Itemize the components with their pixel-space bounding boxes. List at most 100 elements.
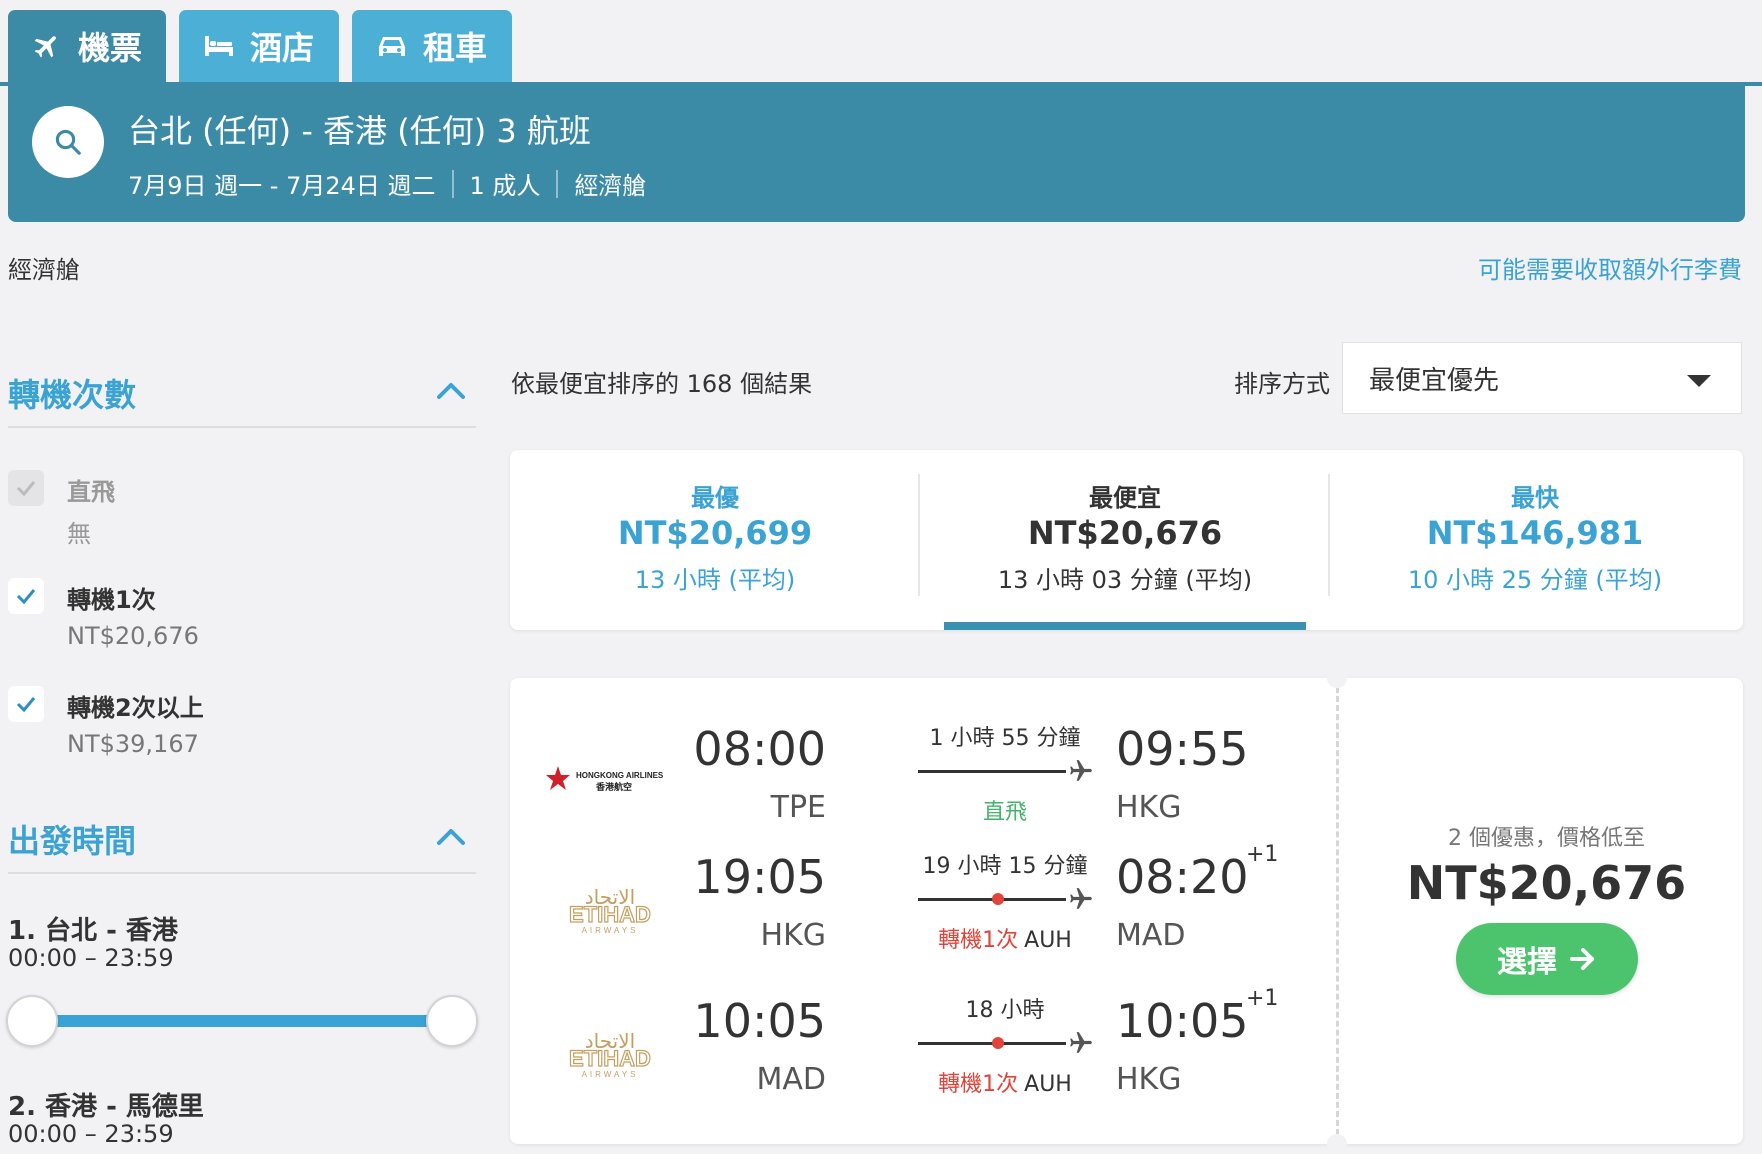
divider	[451, 169, 454, 198]
arrival-airport: HKG	[1116, 1062, 1182, 1097]
tab-cars[interactable]: 租車	[352, 10, 512, 82]
stops-info: 轉機1次 AUH	[910, 922, 1100, 954]
flight-duration: 19 小時 15 分鐘	[922, 854, 1088, 879]
summary-cheapest-duration: 13 小時 03 分鐘 (平均)	[997, 566, 1253, 594]
car-icon	[378, 37, 405, 56]
cabin-class-label: 經濟艙	[8, 256, 80, 284]
flight-leg: الاتحاد ETIHAD AIRWAYS 10:05 MAD 18 小時 轉…	[510, 986, 1336, 1130]
summary-fastest-label: 最快	[1511, 484, 1559, 512]
svg-text:ETIHAD: ETIHAD	[569, 1046, 651, 1071]
deals-count-text: 2 個優惠，價格低至	[1448, 826, 1645, 851]
departure-time: 10:05	[693, 994, 826, 1048]
baggage-fee-link[interactable]: 可能需要收取額外行李費	[1478, 250, 1742, 285]
select-button[interactable]: 選擇	[1456, 923, 1638, 995]
time-slider-end-handle[interactable]	[426, 995, 478, 1047]
svg-text:香港航空: 香港航空	[595, 781, 632, 793]
divider	[556, 169, 559, 198]
route-2-label: 2. 香港 - 馬德里	[8, 1092, 204, 1122]
svg-text:ETIHAD: ETIHAD	[569, 902, 651, 927]
stops-two-plus-label: 轉機2次以上	[67, 694, 204, 722]
tab-flights[interactable]: 機票	[8, 10, 166, 82]
ticket-notch	[1327, 668, 1347, 688]
svg-text:HONGKONG AIRLINES: HONGKONG AIRLINES	[576, 771, 664, 780]
flight-duration: 1 小時 55 分鐘	[929, 726, 1081, 751]
flight-result-card[interactable]: HONGKONG AIRLINES 香港航空 08:00 TPE 1 小時 55…	[510, 668, 1743, 1154]
plane-icon	[34, 36, 56, 58]
result-price: NT$20,676	[1406, 856, 1687, 910]
route-1-time-range: 00:00 – 23:59	[8, 944, 174, 972]
arrival-time: 09:55	[1116, 722, 1249, 776]
summary-fastest[interactable]: 最快 NT$146,981 10 小時 25 分鐘 (平均)	[1330, 450, 1740, 630]
sort-label: 排序方式	[1234, 370, 1330, 398]
sort-dropdown[interactable]: 最便宜優先	[1342, 342, 1742, 414]
arrow-right-icon	[1570, 948, 1594, 970]
summary-cheapest-price: NT$20,676	[1027, 514, 1223, 552]
route-2-time-range: 00:00 – 23:59	[8, 1120, 174, 1148]
search-route-title: 台北 (任何) - 香港 (任何) 3 航班	[128, 112, 591, 150]
flight-leg: الاتحاد ETIHAD AIRWAYS 19:05 HKG 19 小時 1…	[510, 842, 1336, 986]
departure-time-filter-title[interactable]: 出發時間	[8, 816, 136, 862]
summary-cheapest[interactable]: 最便宜 NT$20,676 13 小時 03 分鐘 (平均)	[920, 450, 1330, 630]
etihad-airways-logo: الاتحاد ETIHAD AIRWAYS	[568, 1029, 651, 1079]
layover-dot	[992, 1037, 1004, 1049]
flight-path-line	[918, 770, 1066, 773]
check-icon	[16, 481, 36, 497]
stops-one-checkbox[interactable]	[8, 578, 44, 614]
sort-summary-tabs: 最優 NT$20,699 13 小時 (平均) 最便宜 NT$20,676 13…	[510, 450, 1743, 630]
search-icon	[55, 129, 81, 155]
divider	[8, 872, 476, 874]
chevron-up-icon[interactable]	[436, 380, 466, 400]
stops-label: 轉機1次	[938, 1072, 1019, 1097]
plane-icon	[1070, 888, 1092, 909]
svg-text:AIRWAYS: AIRWAYS	[582, 926, 639, 935]
arrival-airport: HKG	[1116, 790, 1182, 825]
search-summary-bar[interactable]: 台北 (任何) - 香港 (任何) 3 航班 7月9日 週一 - 7月24日 週…	[8, 82, 1745, 222]
search-cabin: 經濟艙	[574, 172, 647, 200]
arrival-airport: MAD	[1116, 918, 1186, 953]
summary-best-duration: 13 小時 (平均)	[634, 566, 796, 594]
stops-one-price: NT$20,676	[67, 622, 199, 650]
departure-time: 08:00	[693, 722, 826, 776]
summary-fastest-duration: 10 小時 25 分鐘 (平均)	[1407, 566, 1663, 594]
flight-leg: HONGKONG AIRLINES 香港航空 08:00 TPE 1 小時 55…	[510, 714, 1336, 858]
sort-value: 最便宜優先	[1369, 365, 1500, 396]
tab-label: 機票	[77, 29, 142, 67]
summary-cheapest-label: 最便宜	[1089, 484, 1161, 512]
search-details: 7月9日 週一 - 7月24日 週二 1 成人 經濟艙	[128, 166, 646, 201]
stops-two-plus-checkbox[interactable]	[8, 686, 44, 722]
hongkong-airlines-logo: HONGKONG AIRLINES 香港航空	[546, 766, 664, 793]
bed-icon	[204, 36, 233, 56]
stops-filter-title[interactable]: 轉機次數	[8, 370, 136, 416]
tab-hotels[interactable]: 酒店	[179, 10, 339, 82]
stops-direct-price: 無	[67, 520, 91, 548]
layover-airport: AUH	[1024, 928, 1072, 953]
departure-airport: HKG	[760, 918, 826, 953]
stops-direct-checkbox[interactable]	[8, 470, 44, 506]
svg-text:AIRWAYS: AIRWAYS	[582, 1070, 639, 1079]
departure-airport: MAD	[756, 1062, 826, 1097]
time-slider-track[interactable]	[30, 1015, 450, 1027]
summary-best[interactable]: 最優 NT$20,699 13 小時 (平均)	[510, 450, 920, 630]
chevron-up-icon[interactable]	[436, 826, 466, 846]
time-slider-start-handle[interactable]	[6, 995, 58, 1047]
summary-fastest-price: NT$146,981	[1426, 514, 1644, 552]
tab-label: 酒店	[249, 29, 314, 67]
stops-label: 轉機1次	[938, 928, 1019, 953]
plane-icon	[1070, 760, 1092, 781]
layover-airport: AUH	[1024, 1072, 1072, 1097]
next-day-indicator: +1	[1246, 842, 1279, 867]
arrival-time: 08:20	[1116, 850, 1249, 904]
stops-two-plus-price: NT$39,167	[67, 730, 199, 758]
next-day-indicator: +1	[1246, 986, 1279, 1011]
check-icon	[16, 697, 36, 713]
summary-best-price: NT$20,699	[617, 514, 813, 552]
summary-best-label: 最優	[691, 484, 739, 512]
search-dates: 7月9日 週一 - 7月24日 週二	[128, 172, 436, 200]
flight-duration: 18 小時	[965, 998, 1045, 1023]
stops-info: 直飛	[910, 794, 1100, 826]
select-button-label: 選擇	[1497, 945, 1557, 980]
tab-label: 租車	[422, 29, 487, 67]
ticket-notch	[1327, 1134, 1347, 1154]
divider	[1336, 678, 1339, 1144]
search-button[interactable]	[32, 106, 104, 178]
